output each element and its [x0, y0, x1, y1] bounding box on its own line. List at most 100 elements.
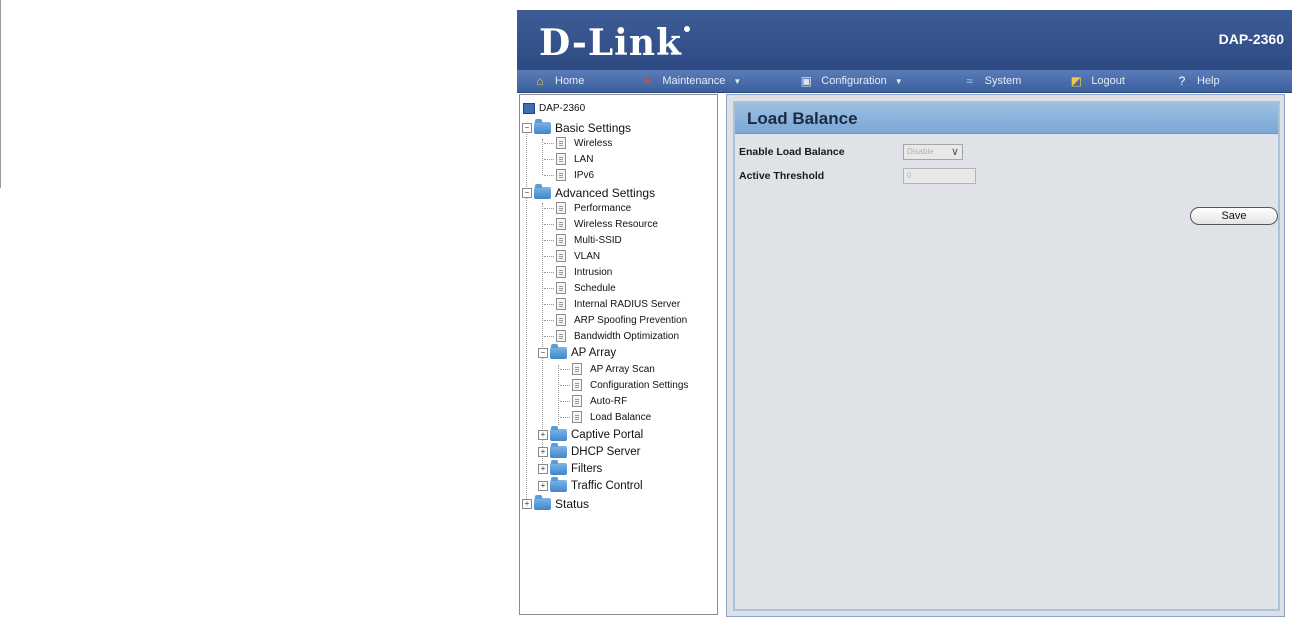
enable-load-balance-label: Enable Load Balance — [739, 146, 845, 158]
page-icon — [556, 266, 566, 278]
load-balance-panel: Load Balance Enable Load Balance Disable… — [733, 101, 1280, 611]
page-icon — [572, 411, 582, 423]
tree-item-intrusion[interactable]: Intrusion — [544, 266, 612, 278]
tree-line — [542, 139, 543, 175]
logo-dot — [684, 26, 690, 32]
tree-traffic-control[interactable]: + Traffic Control — [538, 477, 643, 492]
active-threshold-input[interactable]: 0 — [903, 168, 976, 184]
page-icon — [556, 153, 566, 165]
collapse-icon[interactable]: − — [522, 188, 532, 198]
page-icon — [556, 218, 566, 230]
tree-advanced-settings[interactable]: − Advanced Settings — [522, 184, 655, 200]
tree-item-internal-radius[interactable]: Internal RADIUS Server — [544, 298, 680, 310]
tools-icon: ✕ — [642, 74, 653, 88]
folder-icon — [550, 443, 567, 458]
nav-home[interactable]: ⌂ Home — [533, 70, 584, 92]
tree-item-schedule[interactable]: Schedule — [544, 282, 616, 294]
page-icon — [556, 330, 566, 342]
nav-bar: ⌂ Home ✕ Maintenance ▼ ▣ Configuration ▼… — [517, 70, 1292, 93]
disk-icon: ▣ — [800, 74, 812, 88]
page-icon — [556, 169, 566, 181]
tree-item-auto-rf[interactable]: Auto-RF — [560, 395, 627, 407]
tree-item-load-balance[interactable]: Load Balance — [560, 411, 651, 423]
tree-basic-settings[interactable]: − Basic Settings — [522, 119, 631, 135]
nav-help[interactable]: ? Help — [1175, 70, 1220, 92]
nav-home-label: Home — [555, 75, 585, 87]
tree-item-wireless[interactable]: Wireless — [544, 137, 612, 149]
tree-captive-portal[interactable]: + Captive Portal — [538, 426, 643, 441]
page-icon — [556, 298, 566, 310]
active-threshold-value: 0 — [907, 171, 912, 180]
tree-item-performance[interactable]: Performance — [544, 202, 631, 214]
panel-header: Load Balance — [735, 103, 1278, 134]
nav-configuration-label: Configuration — [821, 75, 887, 87]
page-icon — [556, 202, 566, 214]
expand-icon[interactable]: + — [538, 464, 548, 474]
page-icon — [556, 314, 566, 326]
folder-icon — [550, 344, 567, 359]
page-icon — [556, 250, 566, 262]
chevron-down-icon: ▼ — [894, 76, 903, 86]
expand-icon[interactable]: + — [538, 430, 548, 440]
nav-maintenance-label: Maintenance — [662, 75, 726, 87]
folder-icon — [550, 477, 567, 492]
left-divider — [0, 0, 1, 188]
model-name: DAP-2360 — [1218, 31, 1284, 47]
folder-icon — [534, 184, 551, 199]
enable-load-balance-select[interactable]: Disable ∨ — [903, 144, 963, 160]
collapse-icon[interactable]: − — [522, 123, 532, 133]
help-icon: ? — [1178, 74, 1186, 88]
expand-icon[interactable]: + — [538, 447, 548, 457]
chevron-down-icon: ▼ — [733, 76, 742, 86]
tree-item-wireless-resource[interactable]: Wireless Resource — [544, 218, 658, 230]
folder-icon — [534, 119, 551, 134]
tree-item-vlan[interactable]: VLAN — [544, 250, 600, 262]
expand-icon[interactable]: + — [538, 481, 548, 491]
tree-item-ipv6[interactable]: IPv6 — [544, 169, 594, 181]
tree-filters[interactable]: + Filters — [538, 460, 602, 475]
tree-item-bandwidth-optimization[interactable]: Bandwidth Optimization — [544, 330, 679, 342]
page-icon — [556, 282, 566, 294]
folder-icon — [550, 426, 567, 441]
tree-item-ap-array-scan[interactable]: AP Array Scan — [560, 363, 655, 375]
tree-status[interactable]: + Status — [522, 495, 589, 511]
tree-ap-array[interactable]: − AP Array — [538, 344, 616, 359]
folder-icon — [550, 460, 567, 475]
nav-maintenance[interactable]: ✕ Maintenance ▼ — [640, 70, 741, 92]
nav-system-label: System — [984, 75, 1022, 87]
page-icon — [572, 379, 582, 391]
home-icon: ⌂ — [536, 74, 544, 88]
system-icon: ≈ — [966, 74, 973, 88]
page-icon — [556, 234, 566, 246]
app-window: D-Link DAP-2360 ⌂ Home ✕ Maintenance ▼ ▣… — [517, 10, 1292, 617]
expand-icon[interactable]: + — [522, 499, 532, 509]
brand-logo: D-Link — [539, 22, 682, 64]
enable-load-balance-value: Disable — [907, 147, 934, 156]
nav-system[interactable]: ≈ System — [963, 70, 1022, 92]
active-threshold-label: Active Threshold — [739, 170, 825, 182]
page-icon — [572, 395, 582, 407]
save-button[interactable]: Save — [1190, 207, 1278, 225]
page-icon — [556, 137, 566, 149]
tree-item-lan[interactable]: LAN — [544, 153, 593, 165]
chevron-down-icon: ∨ — [950, 146, 959, 158]
tree-item-arp-spoofing[interactable]: ARP Spoofing Prevention — [544, 314, 687, 326]
computer-icon — [523, 103, 535, 114]
tree-item-configuration-settings[interactable]: Configuration Settings — [560, 379, 688, 391]
settings-tree: DAP-2360 − Basic Settings Wireless LAN I… — [519, 94, 718, 615]
nav-help-label: Help — [1196, 75, 1220, 87]
nav-configuration[interactable]: ▣ Configuration ▼ — [799, 70, 903, 92]
tree-line — [526, 123, 527, 503]
nav-logout[interactable]: ◩ Logout — [1069, 70, 1125, 92]
page-icon — [572, 363, 582, 375]
nav-logout-label: Logout — [1091, 75, 1125, 87]
tree-item-multi-ssid[interactable]: Multi-SSID — [544, 234, 622, 246]
content-area: Load Balance Enable Load Balance Disable… — [726, 94, 1285, 617]
tree-root[interactable]: DAP-2360 — [523, 103, 585, 114]
folder-icon — [534, 495, 551, 510]
collapse-icon[interactable]: − — [538, 348, 548, 358]
header-bar: D-Link DAP-2360 — [517, 10, 1292, 70]
page-title: Load Balance — [747, 109, 858, 128]
tree-dhcp-server[interactable]: + DHCP Server — [538, 443, 640, 458]
tree-line — [558, 365, 559, 425]
